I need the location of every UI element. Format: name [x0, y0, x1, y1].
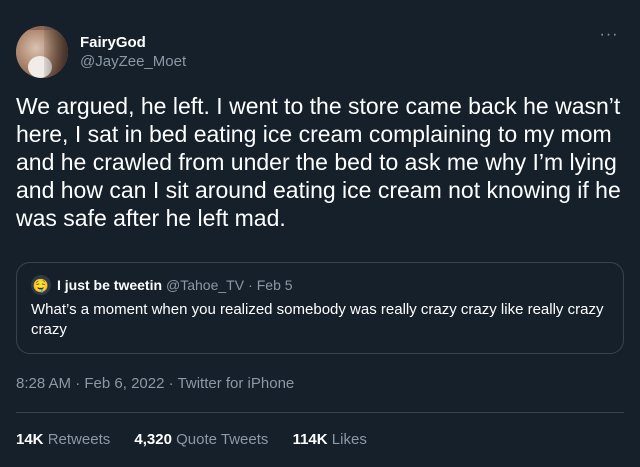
tweet-source[interactable]: Twitter for iPhone	[178, 375, 295, 392]
more-options-icon[interactable]: ···	[598, 27, 620, 44]
meta-separator: ·	[168, 375, 174, 392]
meta-separator: ·	[75, 375, 81, 392]
quoted-separator: ·	[248, 277, 253, 293]
author-avatar[interactable]	[16, 26, 68, 78]
tweet-meta: 8:28 AM · Feb 6, 2022 · Twitter for iPho…	[16, 374, 294, 394]
author-names: FairyGod @JayZee_Moet	[80, 34, 186, 71]
quoted-tweet-text: What’s a moment when you realized somebo…	[31, 301, 604, 338]
tweet-time[interactable]: 8:28 AM	[16, 375, 71, 392]
quote-tweets-stat[interactable]: 4,320 Quote Tweets	[134, 430, 268, 450]
divider	[16, 412, 624, 413]
tweet-card: FairyGod @JayZee_Moet ··· We argued, he …	[0, 0, 640, 467]
retweets-count: 14K	[16, 431, 44, 448]
likes-label: Likes	[331, 431, 367, 448]
author-handle[interactable]: @JayZee_Moet	[80, 53, 186, 71]
quoted-author-avatar: 🤤	[31, 275, 51, 295]
likes-count: 114K	[292, 431, 328, 448]
quote-tweets-count: 4,320	[134, 431, 172, 448]
quoted-author-handle: @Tahoe_TV	[166, 277, 245, 293]
quote-tweets-label: Quote Tweets	[176, 431, 269, 448]
tweet-text: We argued, he left. I went to the store …	[16, 93, 621, 231]
tweet-stats: 14K Retweets 4,320 Quote Tweets 114K Lik…	[16, 430, 387, 450]
retweets-label: Retweets	[47, 431, 111, 448]
avatar-shadow	[44, 26, 68, 78]
quoted-tweet-header: 🤤 I just be tweetin @Tahoe_TV · Feb 5	[31, 275, 609, 295]
quoted-author-name: I just be tweetin	[57, 277, 163, 293]
likes-stat[interactable]: 114K Likes	[293, 430, 367, 450]
retweets-stat[interactable]: 14K Retweets	[16, 430, 110, 450]
quoted-tweet[interactable]: 🤤 I just be tweetin @Tahoe_TV · Feb 5 Wh…	[16, 262, 624, 354]
tweet-header: FairyGod @JayZee_Moet ···	[16, 26, 624, 80]
author-display-name[interactable]: FairyGod	[80, 34, 186, 52]
tweet-date[interactable]: Feb 6, 2022	[84, 375, 164, 392]
quoted-date: Feb 5	[256, 277, 293, 293]
